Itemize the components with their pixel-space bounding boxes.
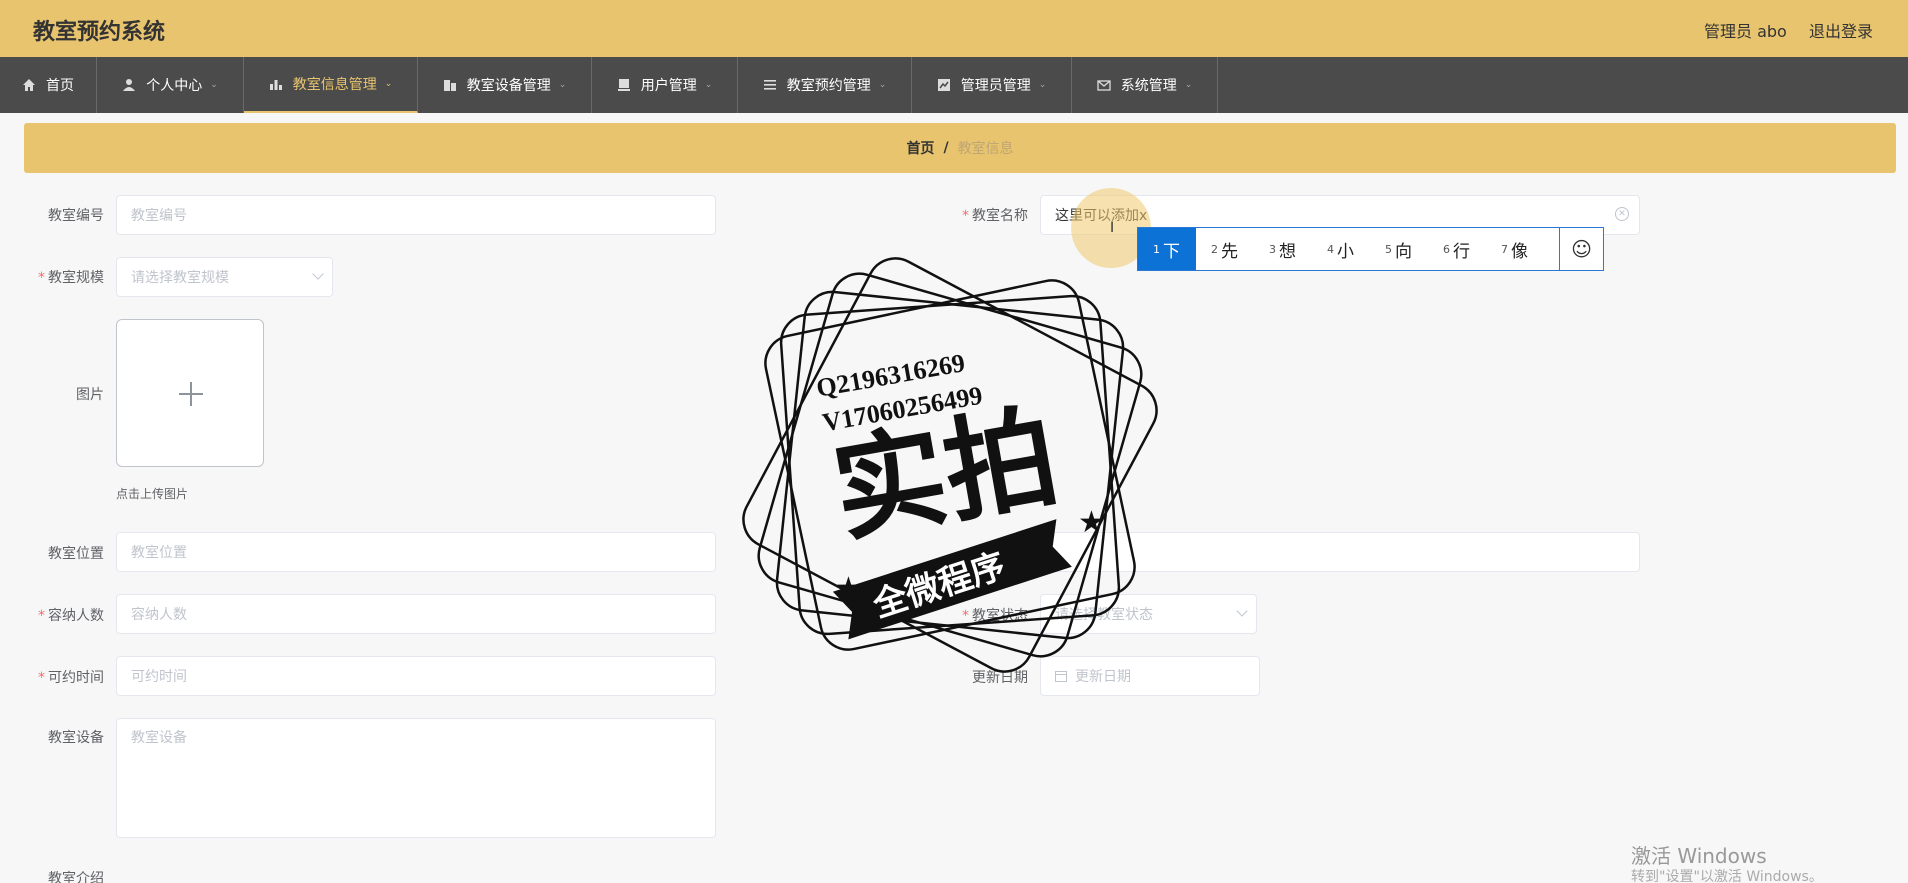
nav-label: 用户管理	[640, 78, 697, 94]
ime-candidate[interactable]: 4小	[1312, 228, 1370, 270]
ime-candidate[interactable]: 6行	[1428, 228, 1486, 270]
main-nav: 首页 个人中心 ⌄ 教室信息管理 ⌄ 教室设备管理 ⌄ 用户管理 ⌄ 教室预约管…	[0, 57, 1908, 113]
nav-item-booking[interactable]: 教室预约管理 ⌄	[738, 57, 912, 113]
room-no-label: 教室编号	[48, 208, 104, 224]
room-name-label: * 教室名称	[962, 208, 1028, 224]
image-uploader[interactable]	[116, 319, 264, 467]
bookable-time-label: * 可约时间	[38, 670, 104, 686]
bookable-time-input[interactable]: 可约时间	[116, 656, 716, 696]
capacity-label: * 容纳人数	[38, 608, 104, 624]
equipment-label: 教室设备	[48, 730, 104, 746]
plus-icon	[190, 382, 192, 406]
emoji-icon[interactable]: ☺	[1559, 228, 1603, 270]
chevron-down-icon: ⌄	[1038, 80, 1047, 90]
chevron-down-icon: ⌄	[384, 79, 393, 89]
watermark-stamp: Q2196316269 V17060256499 实拍 全微程序 ★ ★	[742, 257, 1158, 673]
chevron-down-icon	[312, 268, 324, 280]
ime-candidate[interactable]: 5向	[1370, 228, 1428, 270]
room-no-input[interactable]: 教室编号	[116, 195, 716, 235]
chevron-down-icon	[1236, 605, 1248, 617]
room-scale-label: * 教室规模	[38, 270, 104, 286]
building-icon	[443, 80, 456, 91]
nav-item-personal[interactable]: 个人中心 ⌄	[97, 57, 244, 113]
nav-item-system[interactable]: 系统管理 ⌄	[1072, 57, 1218, 113]
list-icon	[763, 80, 776, 90]
nav-label: 管理员管理	[960, 78, 1031, 94]
breadcrumb-separator: /	[943, 140, 949, 156]
room-scale-select[interactable]: 请选择教室规模	[116, 257, 333, 297]
nav-item-equipment[interactable]: 教室设备管理 ⌄	[418, 57, 592, 113]
text-cursor-icon: I	[1110, 220, 1115, 236]
chevron-down-icon: ⌄	[558, 80, 567, 90]
chevron-down-icon: ⌄	[878, 80, 887, 90]
top-header: 教室预约系统 管理员 abo 退出登录	[0, 0, 1908, 57]
intro-label: 教室介绍	[48, 871, 104, 883]
chevron-down-icon: ⌄	[210, 80, 218, 90]
nav-label: 教室预约管理	[786, 78, 871, 94]
equipment-textarea[interactable]: 教室设备	[116, 718, 716, 838]
ime-candidate-bar: 1下 2先 3想 4小 5向 6行 7像 ☺	[1137, 227, 1604, 271]
breadcrumb: 首页 / 教室信息	[24, 123, 1896, 173]
nav-label: 教室设备管理	[466, 78, 551, 94]
clear-icon[interactable]: ✕	[1615, 207, 1629, 221]
breadcrumb-home[interactable]: 首页	[906, 138, 934, 158]
bar-chart-icon	[269, 80, 282, 90]
ime-candidate[interactable]: 3想	[1254, 228, 1312, 270]
star-icon: ★	[1078, 505, 1105, 540]
logout-link[interactable]: 退出登录	[1809, 18, 1873, 42]
breadcrumb-current: 教室信息	[957, 141, 1014, 157]
room-scale-placeholder: 请选择教室规模	[131, 270, 229, 286]
location-label: 教室位置	[48, 546, 104, 562]
chevron-down-icon: ⌄	[1184, 80, 1193, 90]
location-input[interactable]: 教室位置	[116, 532, 716, 572]
nav-item-room-info[interactable]: 教室信息管理 ⌄	[244, 57, 418, 113]
nav-label: 系统管理	[1120, 78, 1177, 94]
home-icon	[23, 79, 35, 91]
upload-hint: 点击上传图片	[116, 487, 189, 501]
chevron-down-icon: ⌄	[704, 80, 713, 90]
star-icon: ★	[835, 571, 862, 606]
windows-activate-subtitle: 转到"设置"以激活 Windows。	[1631, 869, 1823, 883]
nav-item-users[interactable]: 用户管理 ⌄	[592, 57, 738, 113]
nav-label: 首页	[46, 78, 74, 94]
nav-item-admins[interactable]: 管理员管理 ⌄	[912, 57, 1072, 113]
user-card-icon	[617, 79, 630, 91]
app-title: 教室预约系统	[33, 20, 166, 45]
capacity-input[interactable]: 容纳人数	[116, 594, 716, 634]
ime-candidate[interactable]: 7像	[1486, 228, 1544, 270]
nav-item-home[interactable]: 首页	[0, 57, 97, 113]
admin-label: 管理员 abo	[1704, 22, 1787, 41]
windows-activate-title: 激活 Windows	[1631, 844, 1767, 868]
line-chart-icon	[937, 79, 950, 91]
nav-label: 教室信息管理	[292, 77, 377, 93]
ime-candidate[interactable]: 2先	[1196, 228, 1254, 270]
mail-icon	[1097, 80, 1111, 91]
user-icon	[123, 79, 136, 91]
nav-label: 个人中心	[146, 78, 203, 94]
image-label: 图片	[76, 387, 104, 403]
